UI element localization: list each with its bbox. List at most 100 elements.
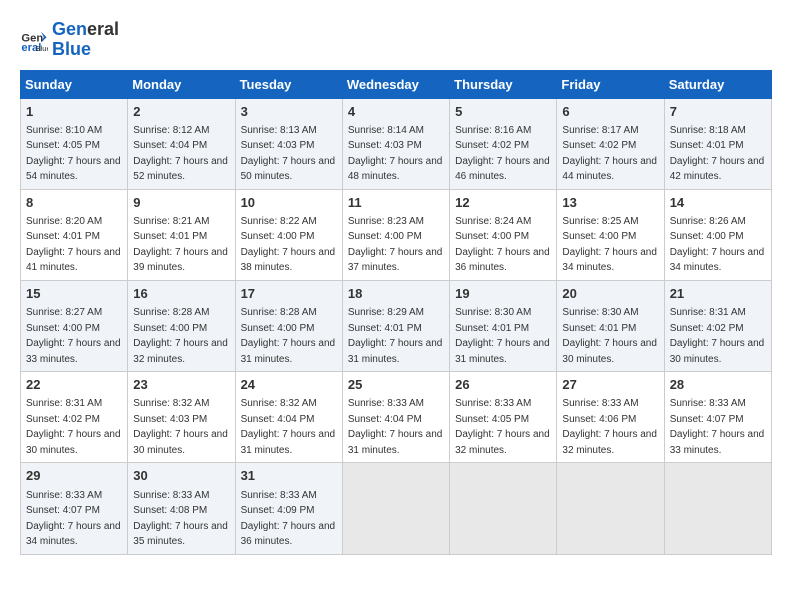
day-number: 13 <box>562 194 658 212</box>
logo-text: GeneralBlue <box>52 20 119 60</box>
day-info: Sunrise: 8:13 AMSunset: 4:03 PMDaylight:… <box>241 125 336 183</box>
day-info: Sunrise: 8:25 AMSunset: 4:00 PMDaylight:… <box>562 216 657 274</box>
day-number: 7 <box>670 103 766 121</box>
day-info: Sunrise: 8:33 AMSunset: 4:07 PMDaylight:… <box>26 490 121 548</box>
day-number: 27 <box>562 376 658 394</box>
calendar-cell: 30 Sunrise: 8:33 AMSunset: 4:08 PMDayligh… <box>128 463 235 554</box>
page-header: Gen eral Blue GeneralBlue <box>20 20 772 60</box>
calendar-cell: 16 Sunrise: 8:28 AMSunset: 4:00 PMDayligh… <box>128 280 235 371</box>
day-number: 31 <box>241 467 337 485</box>
calendar-cell: 20Sunrise: 8:30 AMSunset: 4:01 PMDayligh… <box>557 280 664 371</box>
day-number: 14 <box>670 194 766 212</box>
day-number: 3 <box>241 103 337 121</box>
header-day: Sunday <box>21 70 128 98</box>
calendar-header: SundayMondayTuesdayWednesdayThursdayFrid… <box>21 70 772 98</box>
calendar-cell: 19 Sunrise: 8:30 AMSunset: 4:01 PMDayligh… <box>450 280 557 371</box>
calendar-cell: 6 Sunrise: 8:17 AMSunset: 4:02 PMDaylight… <box>557 98 664 189</box>
calendar-cell: 17 Sunrise: 8:28 AMSunset: 4:00 PMDayligh… <box>235 280 342 371</box>
day-number: 29 <box>26 467 122 485</box>
calendar-cell: 7 Sunrise: 8:18 AMSunset: 4:01 PMDaylight… <box>664 98 771 189</box>
day-number: 24 <box>241 376 337 394</box>
day-number: 20 <box>562 285 658 303</box>
day-info: Sunrise: 8:26 AMSunset: 4:00 PMDaylight:… <box>670 216 765 274</box>
week-row: 29 Sunrise: 8:33 AMSunset: 4:07 PMDayligh… <box>21 463 772 554</box>
calendar-cell: 18Sunrise: 8:29 AMSunset: 4:01 PMDayligh… <box>342 280 449 371</box>
calendar-cell: 28Sunrise: 8:33 AMSunset: 4:07 PMDayligh… <box>664 372 771 463</box>
day-info: Sunrise: 8:33 AMSunset: 4:08 PMDaylight:… <box>133 490 228 548</box>
calendar-cell: 14 Sunrise: 8:26 AMSunset: 4:00 PMDayligh… <box>664 189 771 280</box>
header-day: Tuesday <box>235 70 342 98</box>
day-number: 19 <box>455 285 551 303</box>
day-info: Sunrise: 8:33 AMSunset: 4:04 PMDaylight:… <box>348 398 443 456</box>
calendar-body: 1Sunrise: 8:10 AMSunset: 4:05 PMDaylight… <box>21 98 772 554</box>
calendar-cell: 3 Sunrise: 8:13 AMSunset: 4:03 PMDaylight… <box>235 98 342 189</box>
week-row: 22Sunrise: 8:31 AMSunset: 4:02 PMDayligh… <box>21 372 772 463</box>
day-info: Sunrise: 8:33 AMSunset: 4:09 PMDaylight:… <box>241 490 336 548</box>
calendar-cell: 23Sunrise: 8:32 AMSunset: 4:03 PMDayligh… <box>128 372 235 463</box>
day-number: 17 <box>241 285 337 303</box>
calendar-cell: 31 Sunrise: 8:33 AMSunset: 4:09 PMDayligh… <box>235 463 342 554</box>
calendar-cell: 2 Sunrise: 8:12 AMSunset: 4:04 PMDaylight… <box>128 98 235 189</box>
day-info: Sunrise: 8:29 AMSunset: 4:01 PMDaylight:… <box>348 307 443 365</box>
calendar-cell: 29 Sunrise: 8:33 AMSunset: 4:07 PMDayligh… <box>21 463 128 554</box>
day-info: Sunrise: 8:33 AMSunset: 4:05 PMDaylight:… <box>455 398 550 456</box>
day-info: Sunrise: 8:18 AMSunset: 4:01 PMDaylight:… <box>670 125 765 183</box>
header-day: Saturday <box>664 70 771 98</box>
header-row: SundayMondayTuesdayWednesdayThursdayFrid… <box>21 70 772 98</box>
calendar-cell: 25 Sunrise: 8:33 AMSunset: 4:04 PMDayligh… <box>342 372 449 463</box>
day-info: Sunrise: 8:31 AMSunset: 4:02 PMDaylight:… <box>26 398 121 456</box>
day-info: Sunrise: 8:14 AMSunset: 4:03 PMDaylight:… <box>348 125 443 183</box>
header-day: Monday <box>128 70 235 98</box>
logo-blue-text: Blue <box>52 39 91 59</box>
day-info: Sunrise: 8:17 AMSunset: 4:02 PMDaylight:… <box>562 125 657 183</box>
calendar-table: SundayMondayTuesdayWednesdayThursdayFrid… <box>20 70 772 555</box>
calendar-cell: 26 Sunrise: 8:33 AMSunset: 4:05 PMDayligh… <box>450 372 557 463</box>
day-number: 4 <box>348 103 444 121</box>
day-number: 25 <box>348 376 444 394</box>
header-day: Friday <box>557 70 664 98</box>
day-number: 11 <box>348 194 444 212</box>
day-info: Sunrise: 8:27 AMSunset: 4:00 PMDaylight:… <box>26 307 121 365</box>
calendar-cell: 10Sunrise: 8:22 AMSunset: 4:00 PMDayligh… <box>235 189 342 280</box>
day-info: Sunrise: 8:30 AMSunset: 4:01 PMDaylight:… <box>455 307 550 365</box>
calendar-cell: 13 Sunrise: 8:25 AMSunset: 4:00 PMDayligh… <box>557 189 664 280</box>
week-row: 1Sunrise: 8:10 AMSunset: 4:05 PMDaylight… <box>21 98 772 189</box>
calendar-cell: 12Sunrise: 8:24 AMSunset: 4:00 PMDayligh… <box>450 189 557 280</box>
day-number: 26 <box>455 376 551 394</box>
day-number: 6 <box>562 103 658 121</box>
calendar-cell: 11Sunrise: 8:23 AMSunset: 4:00 PMDayligh… <box>342 189 449 280</box>
calendar-cell: 21 Sunrise: 8:31 AMSunset: 4:02 PMDayligh… <box>664 280 771 371</box>
calendar-cell: 4 Sunrise: 8:14 AMSunset: 4:03 PMDaylight… <box>342 98 449 189</box>
logo-icon: Gen eral Blue <box>20 26 48 54</box>
logo: Gen eral Blue GeneralBlue <box>20 20 119 60</box>
calendar-cell: 5Sunrise: 8:16 AMSunset: 4:02 PMDaylight… <box>450 98 557 189</box>
day-number: 21 <box>670 285 766 303</box>
day-number: 5 <box>455 103 551 121</box>
calendar-cell: 1Sunrise: 8:10 AMSunset: 4:05 PMDaylight… <box>21 98 128 189</box>
day-info: Sunrise: 8:32 AMSunset: 4:03 PMDaylight:… <box>133 398 228 456</box>
day-info: Sunrise: 8:28 AMSunset: 4:00 PMDaylight:… <box>133 307 228 365</box>
day-number: 30 <box>133 467 229 485</box>
day-info: Sunrise: 8:31 AMSunset: 4:02 PMDaylight:… <box>670 307 765 365</box>
day-info: Sunrise: 8:20 AMSunset: 4:01 PMDaylight:… <box>26 216 121 274</box>
week-row: 15 Sunrise: 8:27 AMSunset: 4:00 PMDayligh… <box>21 280 772 371</box>
calendar-cell: 9Sunrise: 8:21 AMSunset: 4:01 PMDaylight… <box>128 189 235 280</box>
calendar-cell: 24Sunrise: 8:32 AMSunset: 4:04 PMDayligh… <box>235 372 342 463</box>
calendar-cell: 15 Sunrise: 8:27 AMSunset: 4:00 PMDayligh… <box>21 280 128 371</box>
day-number: 28 <box>670 376 766 394</box>
day-number: 15 <box>26 285 122 303</box>
day-info: Sunrise: 8:33 AMSunset: 4:06 PMDaylight:… <box>562 398 657 456</box>
day-info: Sunrise: 8:12 AMSunset: 4:04 PMDaylight:… <box>133 125 228 183</box>
calendar-cell <box>450 463 557 554</box>
day-info: Sunrise: 8:28 AMSunset: 4:00 PMDaylight:… <box>241 307 336 365</box>
calendar-cell <box>664 463 771 554</box>
day-number: 9 <box>133 194 229 212</box>
calendar-cell: 27 Sunrise: 8:33 AMSunset: 4:06 PMDayligh… <box>557 372 664 463</box>
day-info: Sunrise: 8:22 AMSunset: 4:00 PMDaylight:… <box>241 216 336 274</box>
day-info: Sunrise: 8:24 AMSunset: 4:00 PMDaylight:… <box>455 216 550 274</box>
day-number: 16 <box>133 285 229 303</box>
header-day: Thursday <box>450 70 557 98</box>
calendar-cell <box>342 463 449 554</box>
day-number: 2 <box>133 103 229 121</box>
day-info: Sunrise: 8:10 AMSunset: 4:05 PMDaylight:… <box>26 125 121 183</box>
